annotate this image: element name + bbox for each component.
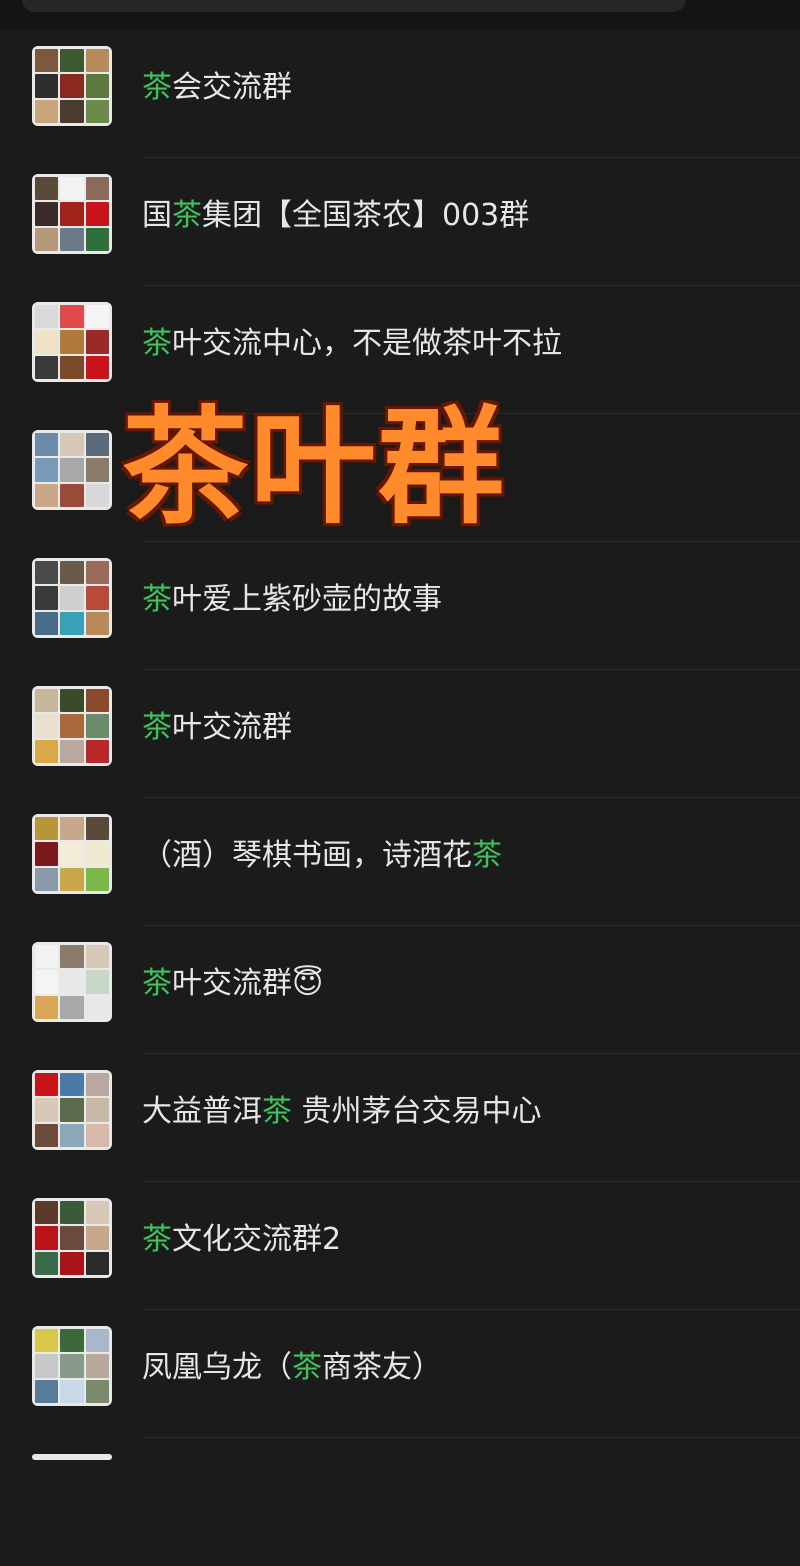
group-name: 茶会交流群 [142, 70, 292, 105]
group-avatar [32, 558, 112, 638]
list-item[interactable]: 凤凰乌龙（茶商茶友） [0, 1310, 800, 1438]
group-name: 茶叶交流群😇 [142, 966, 324, 1001]
group-avatar [32, 814, 112, 894]
list-item[interactable]: 大益普洱茶 贵州茅台交易中心 [0, 1054, 800, 1182]
group-name: 茶叶交流中心，不是做茶叶不拉 [142, 326, 562, 361]
overlay-title: 茶叶群 [122, 394, 506, 541]
group-name: 国茶集团【全国茶农】003群 [142, 198, 530, 233]
group-name: 茶叶爱上紫砂壶的故事 [142, 582, 442, 617]
list-item[interactable] [0, 1438, 800, 1566]
group-name: 凤凰乌龙（茶商茶友） [142, 1350, 442, 1385]
list-item[interactable]: 茶叶交流群😇 [0, 926, 800, 1054]
group-avatar [32, 1326, 112, 1406]
list-item[interactable]: （酒）琴棋书画，诗酒花茶 [0, 798, 800, 926]
search-input[interactable] [22, 0, 686, 12]
list-item[interactable]: 茶叶爱上紫砂壶的故事 [0, 542, 800, 670]
list-item[interactable]: 茶叶交流群 [0, 670, 800, 798]
group-avatar [32, 686, 112, 766]
group-avatar [32, 1198, 112, 1278]
list-item[interactable]: 茶会交流群 [0, 30, 800, 158]
halo-smile-emoji: 😇 [292, 966, 324, 1001]
list-item[interactable]: 茶文化交流群2 [0, 1182, 800, 1310]
group-name: 茶叶交流群 [142, 710, 292, 745]
group-avatar [32, 174, 112, 254]
group-avatar [32, 430, 112, 510]
top-bar [0, 0, 800, 30]
group-avatar [32, 1070, 112, 1150]
group-list: 茶会交流群 国茶集团【全国茶农】003群 茶叶交流中心，不是做茶叶不拉 茶叶爱上… [0, 30, 800, 1566]
group-avatar [32, 302, 112, 382]
group-name: 茶文化交流群2 [142, 1222, 342, 1257]
group-name: （酒）琴棋书画，诗酒花茶 [142, 838, 502, 873]
group-avatar [32, 46, 112, 126]
list-item[interactable]: 国茶集团【全国茶农】003群 [0, 158, 800, 286]
group-name: 大益普洱茶 贵州茅台交易中心 [142, 1094, 542, 1129]
group-avatar [32, 1454, 112, 1460]
group-avatar [32, 942, 112, 1022]
